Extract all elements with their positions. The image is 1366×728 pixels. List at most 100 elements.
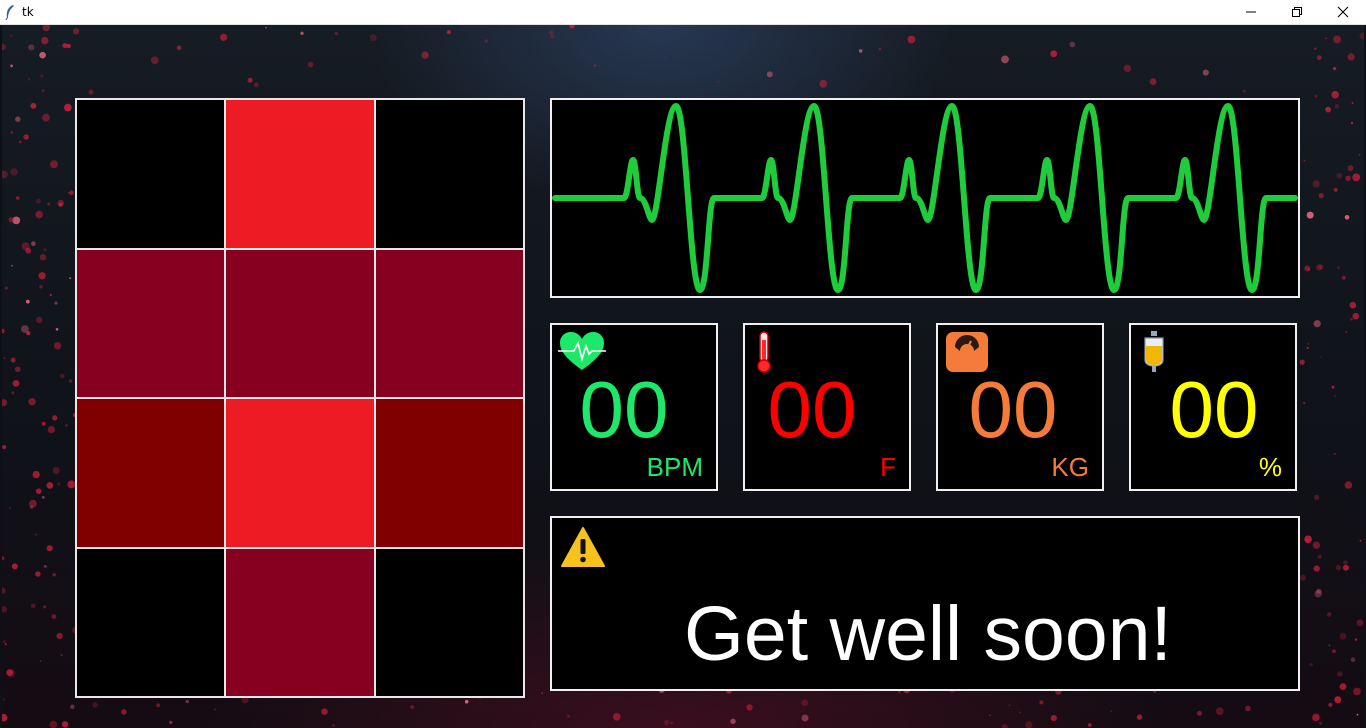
bokeh-dot <box>369 34 377 42</box>
bokeh-dot <box>1331 90 1339 99</box>
bokeh-dot <box>2 328 5 334</box>
bokeh-dot <box>819 79 828 88</box>
bokeh-dot <box>746 704 753 711</box>
bokeh-dot <box>1306 346 1309 349</box>
temperature-unit: F <box>880 452 896 482</box>
bokeh-dot <box>29 505 34 509</box>
bokeh-dot <box>11 563 18 570</box>
bokeh-dot <box>907 35 916 44</box>
maximize-button[interactable] <box>1274 0 1320 24</box>
bokeh-dot <box>1327 612 1332 617</box>
bokeh-dot <box>446 30 451 35</box>
bokeh-dot <box>989 714 991 717</box>
bokeh-dot <box>1314 494 1320 500</box>
bokeh-dot <box>2 713 8 722</box>
bokeh-dot <box>1347 165 1354 172</box>
bokeh-dot <box>1318 193 1324 199</box>
close-button[interactable] <box>1320 0 1366 24</box>
grid-cell <box>375 100 523 248</box>
bokeh-dot <box>663 719 670 726</box>
bokeh-dot <box>61 721 69 728</box>
bokeh-dot <box>8 507 11 510</box>
bokeh-dot <box>1319 722 1322 725</box>
weight-value: 00 <box>968 365 1058 454</box>
bokeh-dot <box>43 565 47 568</box>
bokeh-dot <box>35 210 43 219</box>
bokeh-dot <box>1314 47 1317 50</box>
bokeh-dot <box>39 51 46 59</box>
grid-cell <box>77 548 225 696</box>
bokeh-dot <box>50 160 58 169</box>
bokeh-dot <box>42 113 50 122</box>
bokeh-dot <box>69 379 73 383</box>
message-panel: Get well soon! <box>550 516 1300 691</box>
bokeh-dot <box>4 286 8 290</box>
bokeh-dot <box>28 44 35 51</box>
ecg-waveform <box>552 103 1298 293</box>
bokeh-dot <box>1356 713 1359 716</box>
grid-cell <box>77 249 225 397</box>
bokeh-dot <box>25 247 32 254</box>
bokeh-dot <box>32 470 40 479</box>
bokeh-dot <box>169 720 173 725</box>
bokeh-dot <box>51 614 57 619</box>
bokeh-dot <box>46 545 53 552</box>
bokeh-dot <box>39 285 43 289</box>
bokeh-dot <box>73 28 80 35</box>
bokeh-dot <box>717 80 720 83</box>
bokeh-dot <box>40 74 44 78</box>
bokeh-dot <box>176 45 182 51</box>
weight-panel: 00 KG <box>936 323 1104 491</box>
bokeh-dot <box>1318 264 1324 270</box>
bokeh-dot <box>1333 35 1342 44</box>
bokeh-dot <box>35 571 41 577</box>
bokeh-dot <box>1019 711 1021 714</box>
bokeh-dot <box>1350 121 1354 125</box>
bokeh-dot <box>1333 395 1337 398</box>
bokeh-dot <box>56 632 63 640</box>
bokeh-dot <box>35 488 42 495</box>
bokeh-dot <box>1339 632 1347 640</box>
bokeh-dot <box>1344 481 1353 489</box>
bokeh-dot <box>2 556 5 561</box>
bokeh-dot <box>1358 153 1361 156</box>
restore-icon <box>1292 7 1302 17</box>
bokeh-dot <box>1314 94 1318 98</box>
grid-cell <box>226 548 374 696</box>
bokeh-dot <box>1242 89 1246 93</box>
bokeh-dot <box>41 421 46 426</box>
bokeh-dot <box>34 533 37 536</box>
bokeh-dot <box>60 654 63 656</box>
bokeh-dot <box>1339 683 1347 690</box>
grid-cell <box>375 399 523 547</box>
bokeh-dot <box>1337 266 1340 269</box>
weight-unit: KG <box>1051 452 1089 482</box>
bokeh-dot <box>1350 317 1353 321</box>
bokeh-dot <box>1334 104 1340 109</box>
color-grid <box>75 98 525 698</box>
bokeh-dot <box>1316 588 1322 594</box>
bokeh-dot <box>2 170 8 179</box>
bokeh-dot <box>265 26 267 29</box>
bokeh-dot <box>49 720 58 728</box>
bokeh-dot <box>30 102 37 109</box>
bokeh-dot <box>730 718 736 724</box>
title-bar: tk <box>0 0 1366 25</box>
bokeh-dot <box>1359 32 1364 40</box>
bokeh-dot <box>1349 301 1357 309</box>
bokeh-dot <box>53 342 62 350</box>
iv-level-panel: 00 % <box>1129 323 1297 491</box>
bokeh-dot <box>1350 657 1356 662</box>
bokeh-dot <box>549 30 554 35</box>
bokeh-dot <box>1332 649 1336 654</box>
bokeh-dot <box>54 301 58 305</box>
bokeh-dot <box>1001 55 1009 64</box>
minimize-button[interactable] <box>1228 0 1274 24</box>
bokeh-dot <box>1050 715 1057 722</box>
bokeh-dot <box>47 425 56 434</box>
bokeh-dot <box>121 709 127 715</box>
bokeh-dot <box>156 703 161 708</box>
bokeh-dot <box>52 573 56 577</box>
bokeh-dot <box>11 391 15 395</box>
grid-cell <box>77 100 225 248</box>
